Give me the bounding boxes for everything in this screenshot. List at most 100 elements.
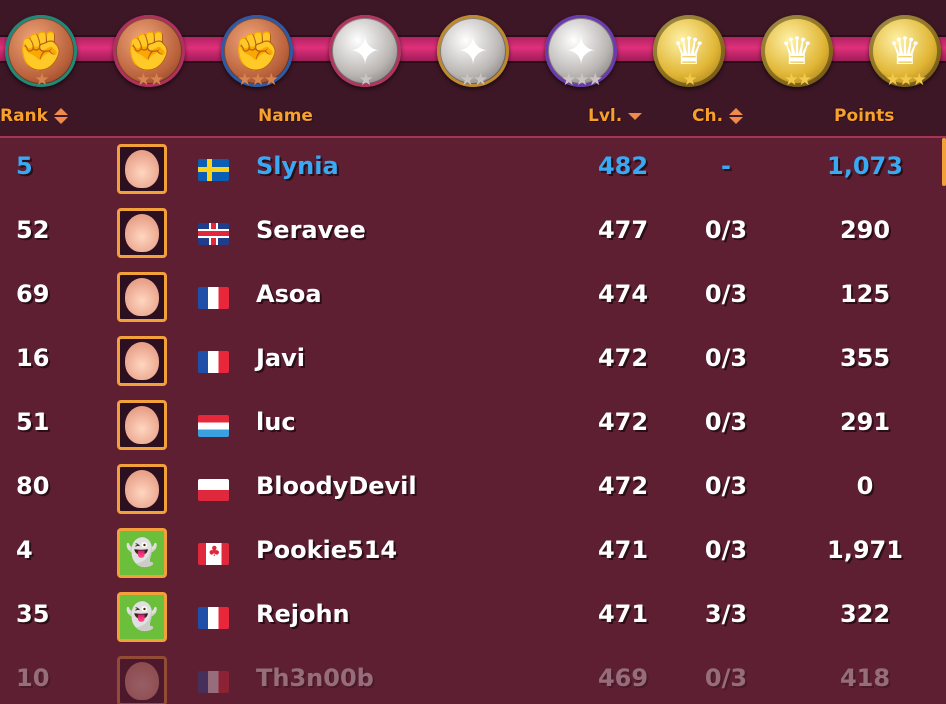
rank-value: 35 [16, 600, 50, 628]
level-value: 472 [597, 472, 649, 500]
level-value: 474 [597, 280, 649, 308]
sort-both-icon [729, 108, 744, 124]
level-value: 472 [597, 408, 649, 436]
rank-column-header[interactable]: Rank [0, 106, 68, 126]
player-avatar[interactable] [117, 208, 167, 258]
country-flag-icon [198, 287, 229, 309]
rank-value: 5 [16, 152, 33, 180]
rank-value: 51 [16, 408, 50, 436]
points-value: 291 [839, 408, 891, 436]
challenges-value: 0/3 [704, 344, 748, 372]
ghost-avatar-icon: 👻 [125, 538, 159, 568]
player-name[interactable]: Seravee [256, 216, 366, 244]
player-row[interactable]: 52 Seravee 477 0/3 290 [0, 202, 946, 266]
girl-avatar-icon [125, 406, 159, 444]
player-row[interactable]: 10 Th3n00b 469 0/3 418 [0, 650, 946, 704]
girl-avatar-icon [125, 214, 159, 252]
level-value: 477 [597, 216, 649, 244]
challenges-value: 0/3 [704, 536, 748, 564]
rank-value: 16 [16, 344, 50, 372]
level-value: 469 [597, 664, 649, 692]
player-name[interactable]: Slynia [256, 152, 339, 180]
player-row[interactable]: 16 Javi 472 0/3 355 [0, 330, 946, 394]
points-value: 418 [839, 664, 891, 692]
player-row-self[interactable]: 5 Slynia 482 - 1,073 [0, 138, 946, 202]
leaderboard-list: 5 Slynia 482 - 1,073 52 Seravee 477 0/3 290 69 Asoa… [0, 138, 946, 704]
challenges-value: - [721, 152, 731, 180]
player-name[interactable]: luc [256, 408, 296, 436]
wanker-2-icon[interactable]: ✊ ★★ [106, 8, 192, 94]
rank-value: 52 [16, 216, 50, 244]
player-row[interactable]: 80 BloodyDevil 472 0/3 0 [0, 458, 946, 522]
level-column-header[interactable]: Lvl. [588, 106, 643, 126]
dicktator-3-icon[interactable]: ♛ ★★★ [862, 8, 946, 94]
sexpert-1-icon[interactable]: ✦ ★ [322, 8, 408, 94]
country-flag-icon [198, 351, 229, 373]
player-avatar[interactable]: 👻 [117, 592, 167, 642]
country-flag-icon [198, 607, 229, 629]
rank-value: 80 [16, 472, 50, 500]
player-avatar[interactable]: 👻 [117, 528, 167, 578]
girl-avatar-icon [125, 662, 159, 700]
player-avatar[interactable] [117, 656, 167, 704]
challenges-value: 0/3 [704, 472, 748, 500]
player-row[interactable]: 51 luc 472 0/3 291 [0, 394, 946, 458]
challenges-value: 3/3 [704, 600, 748, 628]
player-name[interactable]: Rejohn [256, 600, 350, 628]
challenges-value: 0/3 [704, 280, 748, 308]
rank-value: 69 [16, 280, 50, 308]
name-column-header[interactable]: Name [258, 106, 313, 126]
rank-value: 10 [16, 664, 50, 692]
player-name[interactable]: Asoa [256, 280, 322, 308]
country-flag-icon [198, 415, 229, 437]
points-value: 290 [839, 216, 891, 244]
level-value: 471 [597, 600, 649, 628]
girl-avatar-icon [125, 470, 159, 508]
points-column-header[interactable]: Points [834, 106, 894, 126]
level-value: 482 [597, 152, 649, 180]
level-value: 472 [597, 344, 649, 372]
points-value: 1,971 [827, 536, 903, 564]
player-row[interactable]: 69 Asoa 474 0/3 125 [0, 266, 946, 330]
player-avatar[interactable] [117, 144, 167, 194]
player-avatar[interactable] [117, 400, 167, 450]
player-avatar[interactable] [117, 336, 167, 386]
country-flag-icon [198, 671, 229, 693]
sort-descending-icon [628, 112, 643, 120]
girl-avatar-icon [125, 150, 159, 188]
points-value: 355 [839, 344, 891, 372]
challenges-value: 0/3 [704, 664, 748, 692]
player-name[interactable]: Pookie514 [256, 536, 397, 564]
dicktator-2-icon[interactable]: ♛ ★★ [754, 8, 840, 94]
player-name[interactable]: BloodyDevil [256, 472, 417, 500]
player-name[interactable]: Javi [256, 344, 305, 372]
ghost-avatar-icon: 👻 [125, 602, 159, 632]
level-value: 471 [597, 536, 649, 564]
rank-value: 4 [16, 536, 33, 564]
points-value: 125 [839, 280, 891, 308]
country-flag-icon [198, 543, 229, 565]
dicktator-1-icon[interactable]: ♛ ★ [646, 8, 732, 94]
player-avatar[interactable] [117, 272, 167, 322]
wanker-1-icon[interactable]: ✊ ★ [0, 8, 84, 94]
points-value: 1,073 [827, 152, 903, 180]
points-value: 322 [839, 600, 891, 628]
challenges-value: 0/3 [704, 408, 748, 436]
player-name[interactable]: Th3n00b [256, 664, 374, 692]
points-value: 0 [856, 472, 874, 500]
player-row[interactable]: 4 👻 Pookie514 471 0/3 1,971 [0, 522, 946, 586]
country-flag-icon [198, 223, 229, 245]
sexpert-3-icon[interactable]: ✦ ★★★ [538, 8, 624, 94]
country-flag-icon [198, 479, 229, 501]
sexpert-2-icon[interactable]: ✦ ★★ [430, 8, 516, 94]
player-row[interactable]: 35 👻 Rejohn 471 3/3 322 [0, 586, 946, 650]
challenges-value: 0/3 [704, 216, 748, 244]
sort-both-icon [53, 108, 68, 124]
leaderboard-header: Rank Name Lvl. Ch. Points [0, 96, 946, 138]
country-flag-icon [198, 159, 229, 181]
challenges-column-header[interactable]: Ch. [692, 106, 744, 126]
wanker-3-icon[interactable]: ✊ ★★★ [214, 8, 300, 94]
player-avatar[interactable] [117, 464, 167, 514]
league-tier-banner: ✊ ★ ✊ ★★ ✊ ★★★ ✦ ★ ✦ ★★ ✦ ★★★ ♛ ★ ♛ ★★ ♛ ★★★ [0, 0, 946, 96]
scrollbar-thumb[interactable] [942, 138, 946, 186]
